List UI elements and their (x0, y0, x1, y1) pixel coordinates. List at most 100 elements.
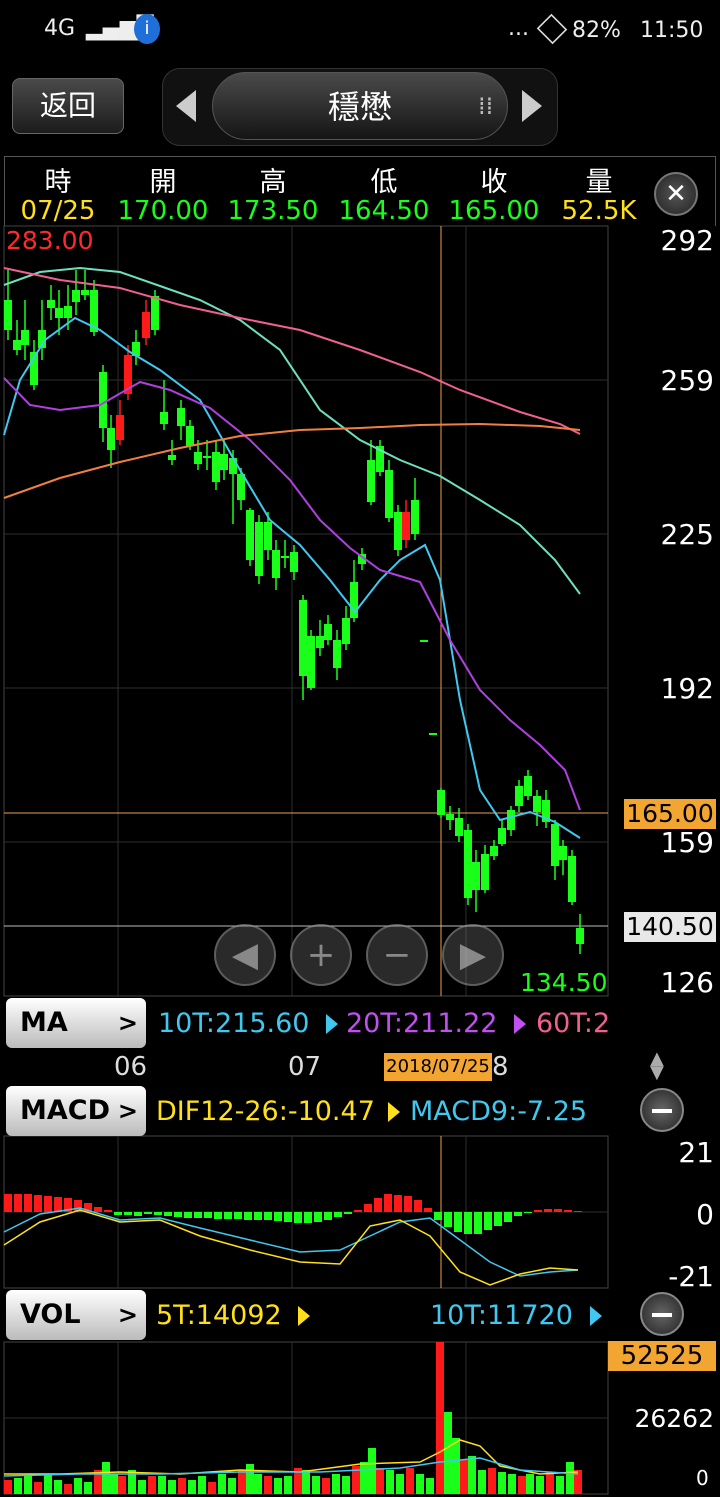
remove-macd-icon[interactable] (640, 1088, 684, 1132)
volume-bar (274, 1478, 282, 1494)
ma20-value: 20T:211.22 (346, 1008, 498, 1039)
volume-bar (546, 1472, 554, 1494)
candlestick (290, 552, 298, 572)
candlestick (203, 456, 211, 458)
volume-bar (322, 1478, 330, 1494)
volume-bar (312, 1476, 320, 1494)
volume-bar (218, 1474, 226, 1494)
volume-bar (488, 1468, 496, 1494)
candlestick (533, 796, 541, 812)
candlestick (446, 814, 454, 820)
volume-bar (14, 1478, 22, 1494)
candlestick (498, 828, 506, 844)
price-tick-126: 126 (660, 966, 714, 999)
volume-bar (74, 1478, 82, 1494)
macd-bar (474, 1212, 482, 1234)
macd-bar (544, 1209, 552, 1212)
chevron-right-icon: > (117, 1009, 138, 1037)
candlestick (394, 512, 402, 550)
scroll-right-icon[interactable]: ▶ (442, 924, 504, 986)
candlestick (55, 308, 63, 318)
candlestick (481, 854, 489, 890)
volume-bar (168, 1480, 176, 1494)
scroll-left-icon[interactable]: ◀ (214, 924, 276, 986)
volume-bar (478, 1470, 486, 1494)
chevron-right-icon: > (117, 1301, 138, 1329)
ma20-marker-icon (514, 1014, 526, 1034)
volume-bar (264, 1476, 272, 1494)
volume-bar (34, 1482, 42, 1494)
macd-dif-value: DIF12-26:-10.47 (156, 1096, 375, 1127)
candlestick (455, 818, 463, 836)
cursor-date-tag: 2018/07/25 (384, 1053, 492, 1081)
macd-bar (514, 1212, 522, 1216)
macd-bar (174, 1212, 182, 1217)
vol-tick-zero: 0 (696, 1466, 709, 1490)
macd-bar (44, 1196, 52, 1212)
candlestick (186, 426, 194, 446)
volume-bar (536, 1476, 544, 1494)
macd-bar (244, 1212, 252, 1220)
resize-panel-icon[interactable]: ▲ ▼ (650, 1050, 664, 1082)
volume-bar (360, 1462, 368, 1494)
volume-bar (566, 1462, 574, 1494)
volume-bar (436, 1342, 444, 1494)
volume-bar (368, 1448, 376, 1494)
volume-bar (460, 1460, 468, 1494)
zoom-out-icon[interactable]: − (366, 924, 428, 986)
candlestick (4, 300, 12, 330)
volume-bar (44, 1474, 52, 1494)
macd-bar (464, 1212, 472, 1234)
candlestick (385, 470, 393, 518)
macd-bar (444, 1212, 452, 1227)
macd-bar (404, 1196, 412, 1212)
vol-max-tag: 52525 (608, 1341, 716, 1371)
macd-bar (184, 1212, 192, 1218)
macd-bar (54, 1197, 62, 1212)
volume-bar (556, 1476, 564, 1494)
dif-marker-icon (388, 1102, 400, 1122)
macd-bar (104, 1210, 112, 1212)
macd-bar (274, 1212, 282, 1221)
vol-ma10-value: 10T:11720 (430, 1300, 573, 1331)
volume-bar (138, 1480, 146, 1494)
candlestick (551, 824, 559, 866)
macd-bar (534, 1210, 542, 1212)
candlestick (47, 300, 55, 308)
volume-bar (416, 1474, 424, 1494)
candlestick (255, 522, 263, 576)
candlestick (299, 600, 307, 676)
app-screen: { "status_bar": {"network": "4G", "batte… (0, 0, 720, 1497)
remove-vol-icon[interactable] (640, 1292, 684, 1336)
ma-button-label: MA (20, 1007, 68, 1038)
volume-bar (158, 1476, 166, 1494)
volume-bar (396, 1474, 404, 1494)
candlestick (411, 500, 419, 534)
candlestick (177, 408, 185, 426)
candlestick (437, 790, 445, 815)
volume-bar (342, 1476, 350, 1494)
price-tick-159: 159 (660, 826, 714, 859)
volume-bar (426, 1478, 434, 1494)
volume-bar (376, 1468, 384, 1494)
macd-bar (314, 1212, 322, 1222)
vol-indicator-button[interactable]: VOL > (6, 1290, 146, 1340)
macd-bar (4, 1194, 12, 1212)
macd-bar (304, 1212, 312, 1223)
macd-bar (144, 1212, 152, 1214)
chevron-right-icon: > (117, 1097, 138, 1125)
macd-tick-neg21: -21 (668, 1260, 714, 1293)
macd-bar (284, 1212, 292, 1222)
macd-bar (264, 1212, 272, 1220)
candlestick (81, 290, 89, 295)
candlestick (72, 290, 80, 302)
macd-bar (554, 1209, 562, 1212)
volume-bar (178, 1478, 186, 1494)
candlestick (568, 856, 576, 902)
candlestick (402, 512, 410, 540)
volume-bar (208, 1482, 216, 1494)
macd-indicator-button[interactable]: MACD > (6, 1086, 146, 1136)
zoom-in-icon[interactable]: + (290, 924, 352, 986)
macd-bar (574, 1211, 582, 1212)
ma-indicator-button[interactable]: MA > (6, 998, 146, 1048)
